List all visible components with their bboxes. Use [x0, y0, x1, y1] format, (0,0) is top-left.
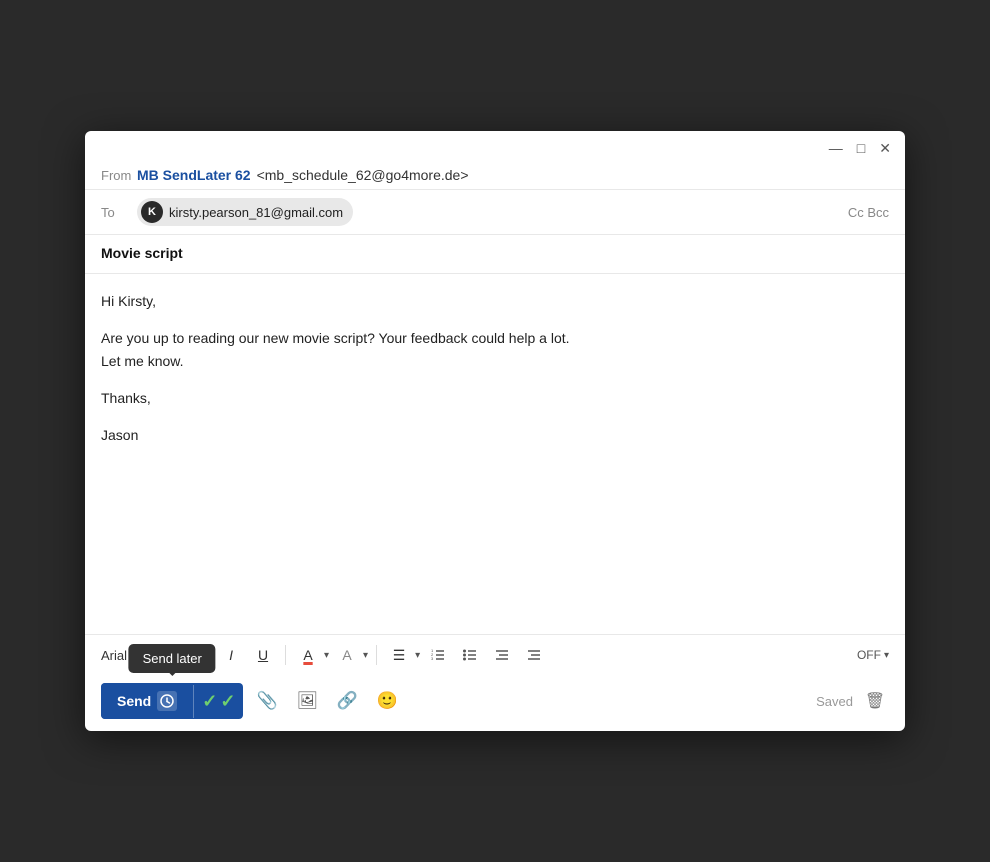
indent-increase-button[interactable] [520, 641, 548, 669]
insert-image-button[interactable]: 🖼 [291, 685, 323, 717]
from-email: <mb_schedule_62@go4more.de> [257, 167, 469, 183]
check-icon: ✓ [202, 691, 217, 712]
body-greeting: Hi Kirsty, [101, 290, 889, 313]
email-body[interactable]: Hi Kirsty, Are you up to reading our new… [85, 274, 905, 634]
svg-text:3: 3 [431, 656, 434, 661]
ordered-list-button[interactable]: 123 [424, 641, 452, 669]
font-name-label: Arial [101, 648, 127, 663]
font-size-dropdown-icon: ▾ [160, 647, 167, 663]
toolbar-separator-2 [376, 645, 377, 665]
highlight-dropdown-icon[interactable]: ▾ [363, 650, 368, 661]
send-label: Send [117, 693, 151, 709]
window-controls: — □ ✕ [829, 141, 891, 155]
subject-row[interactable]: Movie script [85, 235, 905, 274]
from-label: From [101, 168, 137, 183]
formatting-toolbar: Arial 10 ▾ B I U A ▾ A ▾ ☰ [85, 634, 905, 675]
indent-decrease-button[interactable] [488, 641, 516, 669]
off-toggle-dropdown-icon[interactable]: ▾ [884, 650, 889, 661]
font-color-button[interactable]: A ▾ [294, 641, 329, 669]
align-dropdown-icon[interactable]: ▾ [415, 650, 420, 661]
font-size-selector[interactable]: 10 ▾ [137, 644, 173, 666]
font-color-icon-button[interactable]: A [294, 641, 322, 669]
minimize-button[interactable]: — [829, 141, 843, 155]
font-color-dropdown-icon[interactable]: ▾ [324, 650, 329, 661]
cc-bcc-button[interactable]: Cc Bcc [848, 205, 889, 220]
body-paragraph2: Let me know. [101, 350, 889, 373]
bold-button[interactable]: B [185, 641, 213, 669]
toolbar-separator-1 [285, 645, 286, 665]
close-button[interactable]: ✕ [879, 141, 891, 155]
insert-link-button[interactable]: 🔗 [331, 685, 363, 717]
compose-window: — □ ✕ From MB SendLater 62 <mb_schedule_… [85, 131, 905, 731]
highlight-button[interactable]: A ▾ [333, 641, 368, 669]
body-signature: Jason [101, 424, 889, 447]
send-check-button[interactable]: ✓ ✓ [193, 685, 243, 718]
check-icon-2: ✓ [220, 691, 235, 712]
action-bar: Send later Send ✓ ✓ 📎 🖼 [85, 675, 905, 731]
off-toggle[interactable]: OFF ▾ [857, 648, 889, 662]
send-group: Send later Send ✓ ✓ [101, 683, 243, 719]
unordered-list-button[interactable] [456, 641, 484, 669]
maximize-button[interactable]: □ [857, 141, 865, 155]
highlight-icon-button[interactable]: A [333, 641, 361, 669]
body-closing: Thanks, [101, 387, 889, 410]
underline-button[interactable]: U [249, 641, 277, 669]
recipient-email: kirsty.pearson_81@gmail.com [169, 205, 343, 220]
off-toggle-label: OFF [857, 648, 881, 662]
insert-emoji-button[interactable]: 🙂 [371, 685, 403, 717]
delete-button[interactable]: 🗑 [861, 687, 889, 715]
send-button[interactable]: Send [101, 683, 193, 719]
font-size-value: 10 [143, 648, 157, 663]
italic-button[interactable]: I [217, 641, 245, 669]
body-paragraph1: Are you up to reading our new movie scri… [101, 327, 889, 350]
align-icon-button[interactable]: ☰ [385, 641, 413, 669]
send-clock-icon[interactable] [157, 691, 177, 711]
to-label: To [101, 205, 137, 220]
from-name: MB SendLater 62 [137, 167, 251, 183]
align-button[interactable]: ☰ ▾ [385, 641, 420, 669]
subject-text: Movie script [101, 245, 183, 261]
recipient-chip[interactable]: K kirsty.pearson_81@gmail.com [137, 198, 353, 226]
saved-label: Saved [816, 694, 853, 709]
title-bar: — □ ✕ [85, 131, 905, 161]
from-row: From MB SendLater 62 <mb_schedule_62@go4… [85, 161, 905, 190]
to-row: To K kirsty.pearson_81@gmail.com Cc Bcc [85, 190, 905, 235]
attach-file-button[interactable]: 📎 [251, 685, 283, 717]
avatar: K [141, 201, 163, 223]
